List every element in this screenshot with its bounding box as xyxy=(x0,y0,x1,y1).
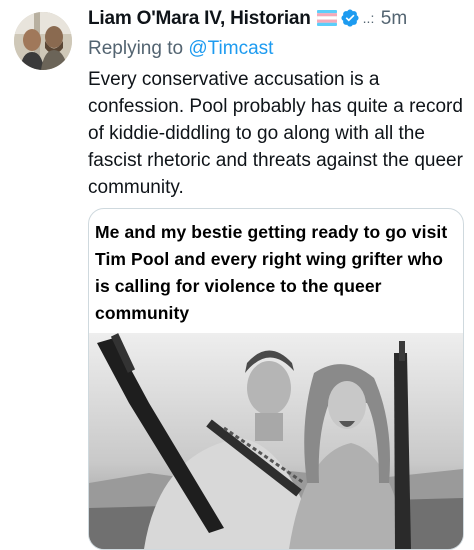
avatar[interactable] xyxy=(14,12,72,70)
transgender-flag-icon xyxy=(316,9,337,32)
dots-separator: ..: xyxy=(362,10,375,26)
replying-handle-link[interactable]: @Timcast xyxy=(188,38,273,59)
timestamp[interactable]: 5m xyxy=(381,8,407,29)
media-caption: Me and my bestie getting ready to go vis… xyxy=(95,222,448,323)
replying-prefix: Replying to xyxy=(88,38,184,59)
tweet-media[interactable]: Me and my bestie getting ready to go vis… xyxy=(88,208,464,550)
replying-to: Replying to @Timcast xyxy=(88,38,273,60)
verified-badge-icon xyxy=(340,8,360,33)
meme-photo xyxy=(89,333,463,549)
tweet-header: Liam O'Mara IV, Historian..: 5m xyxy=(88,8,464,38)
author-name[interactable]: Liam O'Mara IV, Historian xyxy=(88,8,311,29)
avatar-photo xyxy=(14,12,72,70)
tweet-text: Every conservative accusation is a confe… xyxy=(88,69,463,198)
